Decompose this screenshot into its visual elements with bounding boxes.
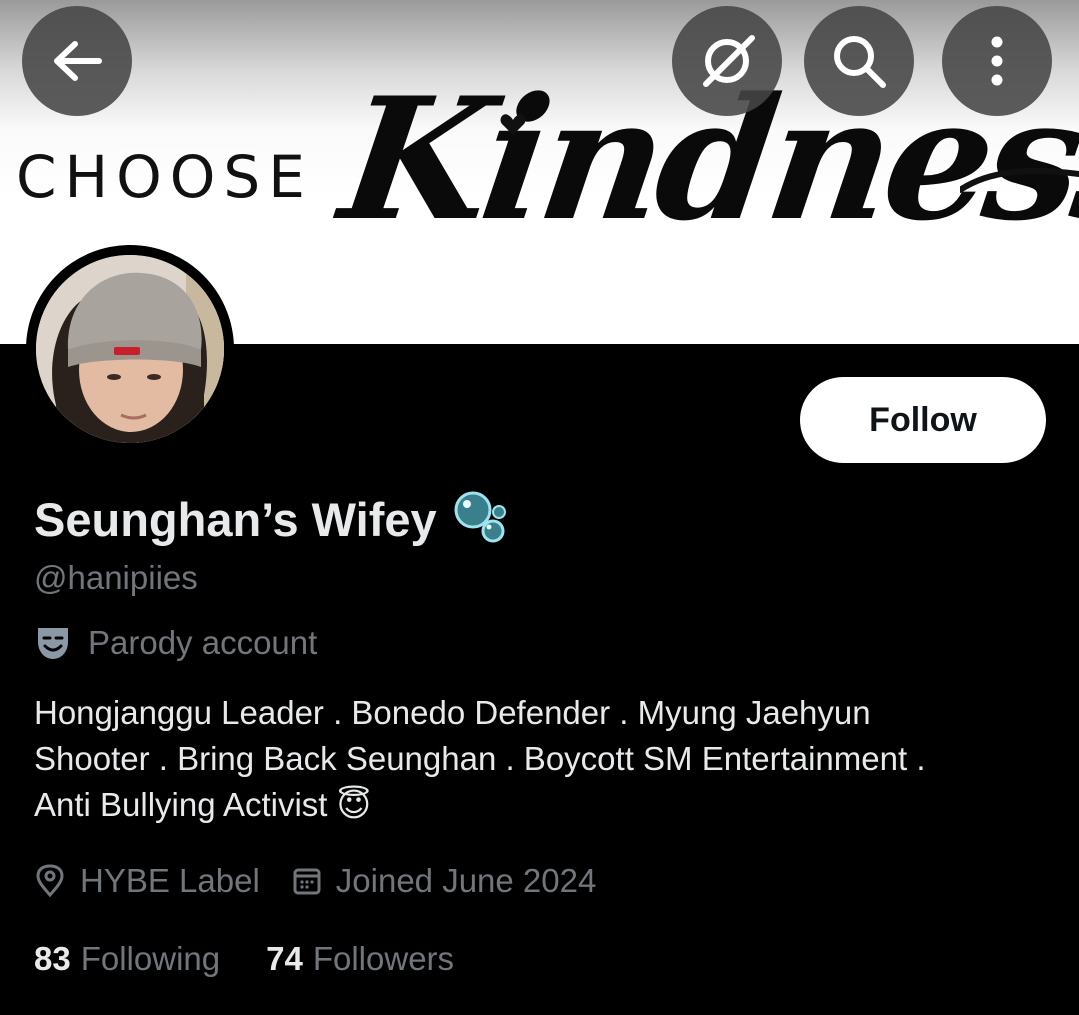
profile-bio: Hongjanggu Leader . Bonedo Defender . My… (34, 690, 1054, 828)
display-name: Seunghan’s Wifey (34, 492, 437, 546)
more-options-button[interactable] (942, 6, 1052, 116)
grok-icon (703, 35, 755, 87)
banner-choose-text: CHOOSE (16, 143, 313, 211)
location-pin-icon (36, 864, 64, 898)
following-count: 83 (34, 940, 71, 977)
bio-line-last: Anti Bullying Activist 😇 (34, 782, 1054, 828)
bubbles-emoji (454, 491, 506, 543)
parody-label-row: Parody account (34, 624, 317, 662)
follow-stats: 83 Following 74 Followers (34, 940, 454, 978)
location-text: HYBE Label (80, 862, 260, 899)
location-item: HYBE Label (34, 862, 260, 900)
search-icon (834, 36, 886, 88)
profile-meta: HYBE Label Joined June 2024 (34, 862, 596, 900)
theater-mask-icon (38, 628, 68, 659)
search-button[interactable] (804, 6, 914, 116)
arrow-left-icon (54, 41, 102, 81)
heart-icon (500, 114, 526, 135)
following-link[interactable]: 83 Following (34, 940, 220, 978)
grok-button[interactable] (672, 6, 782, 116)
bio-line: Hongjanggu Leader . Bonedo Defender . My… (34, 694, 871, 731)
back-button[interactable] (22, 6, 132, 116)
avatar-frame[interactable] (26, 245, 234, 453)
followers-link[interactable]: 74 Followers (266, 940, 454, 978)
calendar-icon (293, 868, 321, 895)
follow-button[interactable]: Follow (800, 377, 1046, 463)
avatar-photo (36, 255, 224, 443)
more-vertical-icon (991, 36, 1003, 86)
joined-text: Joined June 2024 (335, 862, 597, 899)
joined-item: Joined June 2024 (292, 862, 597, 900)
parody-label: Parody account (88, 624, 318, 661)
followers-count: 74 (266, 940, 303, 977)
following-label: Following (80, 940, 221, 977)
avatar[interactable] (36, 255, 224, 443)
profile-handle: @hanipiies (34, 559, 198, 596)
banner-swash (960, 168, 1079, 193)
display-name-row: Seunghan’s Wifey (34, 490, 509, 548)
halo-smile-emoji: 😇 (336, 786, 372, 823)
followers-label: Followers (312, 940, 455, 977)
bio-line: Shooter . Bring Back Seunghan . Boycott … (34, 740, 926, 777)
bio-line: Anti Bullying Activist (34, 786, 328, 823)
